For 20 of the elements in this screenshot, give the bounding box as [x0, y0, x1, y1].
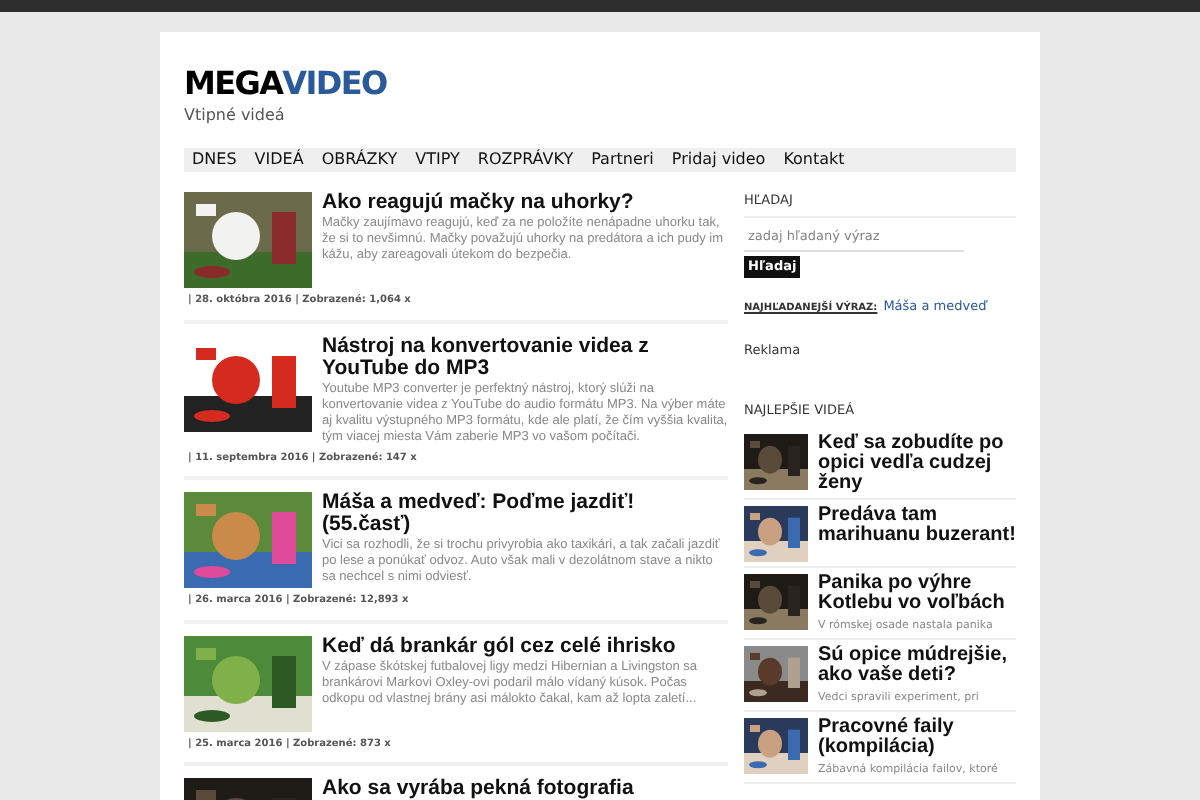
- video-title[interactable]: Panika po výhre Kotlebu vo voľbách: [818, 573, 1016, 613]
- video-title[interactable]: Predáva tam marihuanu buzerant!: [818, 505, 1016, 545]
- video-title[interactable]: Keď sa zobudíte po opici vedľa cudzej ženy: [818, 433, 1016, 493]
- post-title[interactable]: Ako reagujú mačky na uhorky?: [322, 192, 728, 214]
- nav-link[interactable]: ROZPRÁVKY: [477, 148, 574, 172]
- nav-link[interactable]: Pridaj video: [671, 148, 766, 172]
- post-title[interactable]: Ako sa vyrába pekná fotografia: [322, 778, 634, 800]
- video-title[interactable]: Pracovné faily (kompilácia): [818, 718, 1016, 758]
- nav-link[interactable]: DNES: [192, 148, 237, 172]
- video-title[interactable]: Sú opice múdrejšie, ako vaše deti?: [818, 645, 1016, 686]
- site-logo[interactable]: MEGAVIDEO: [184, 68, 387, 100]
- nav-link[interactable]: VIDEÁ: [254, 148, 304, 172]
- nav-link[interactable]: Kontakt: [783, 148, 845, 172]
- post-title[interactable]: Keď dá brankár gól cez celé ihrisko: [322, 635, 728, 657]
- post-title[interactable]: Máša a medveď: Poďme jazdiť! (55.časť): [322, 492, 728, 536]
- nav-link[interactable]: OBRÁZKY: [321, 148, 398, 172]
- site-tagline: Vtipné videá: [184, 104, 287, 128]
- post-title[interactable]: Nástroj na konvertovanie videa z YouTube do MP3: [322, 335, 728, 379]
- nav-link[interactable]: VTIPY: [415, 148, 460, 172]
- nav-link[interactable]: Partneri: [591, 148, 654, 172]
